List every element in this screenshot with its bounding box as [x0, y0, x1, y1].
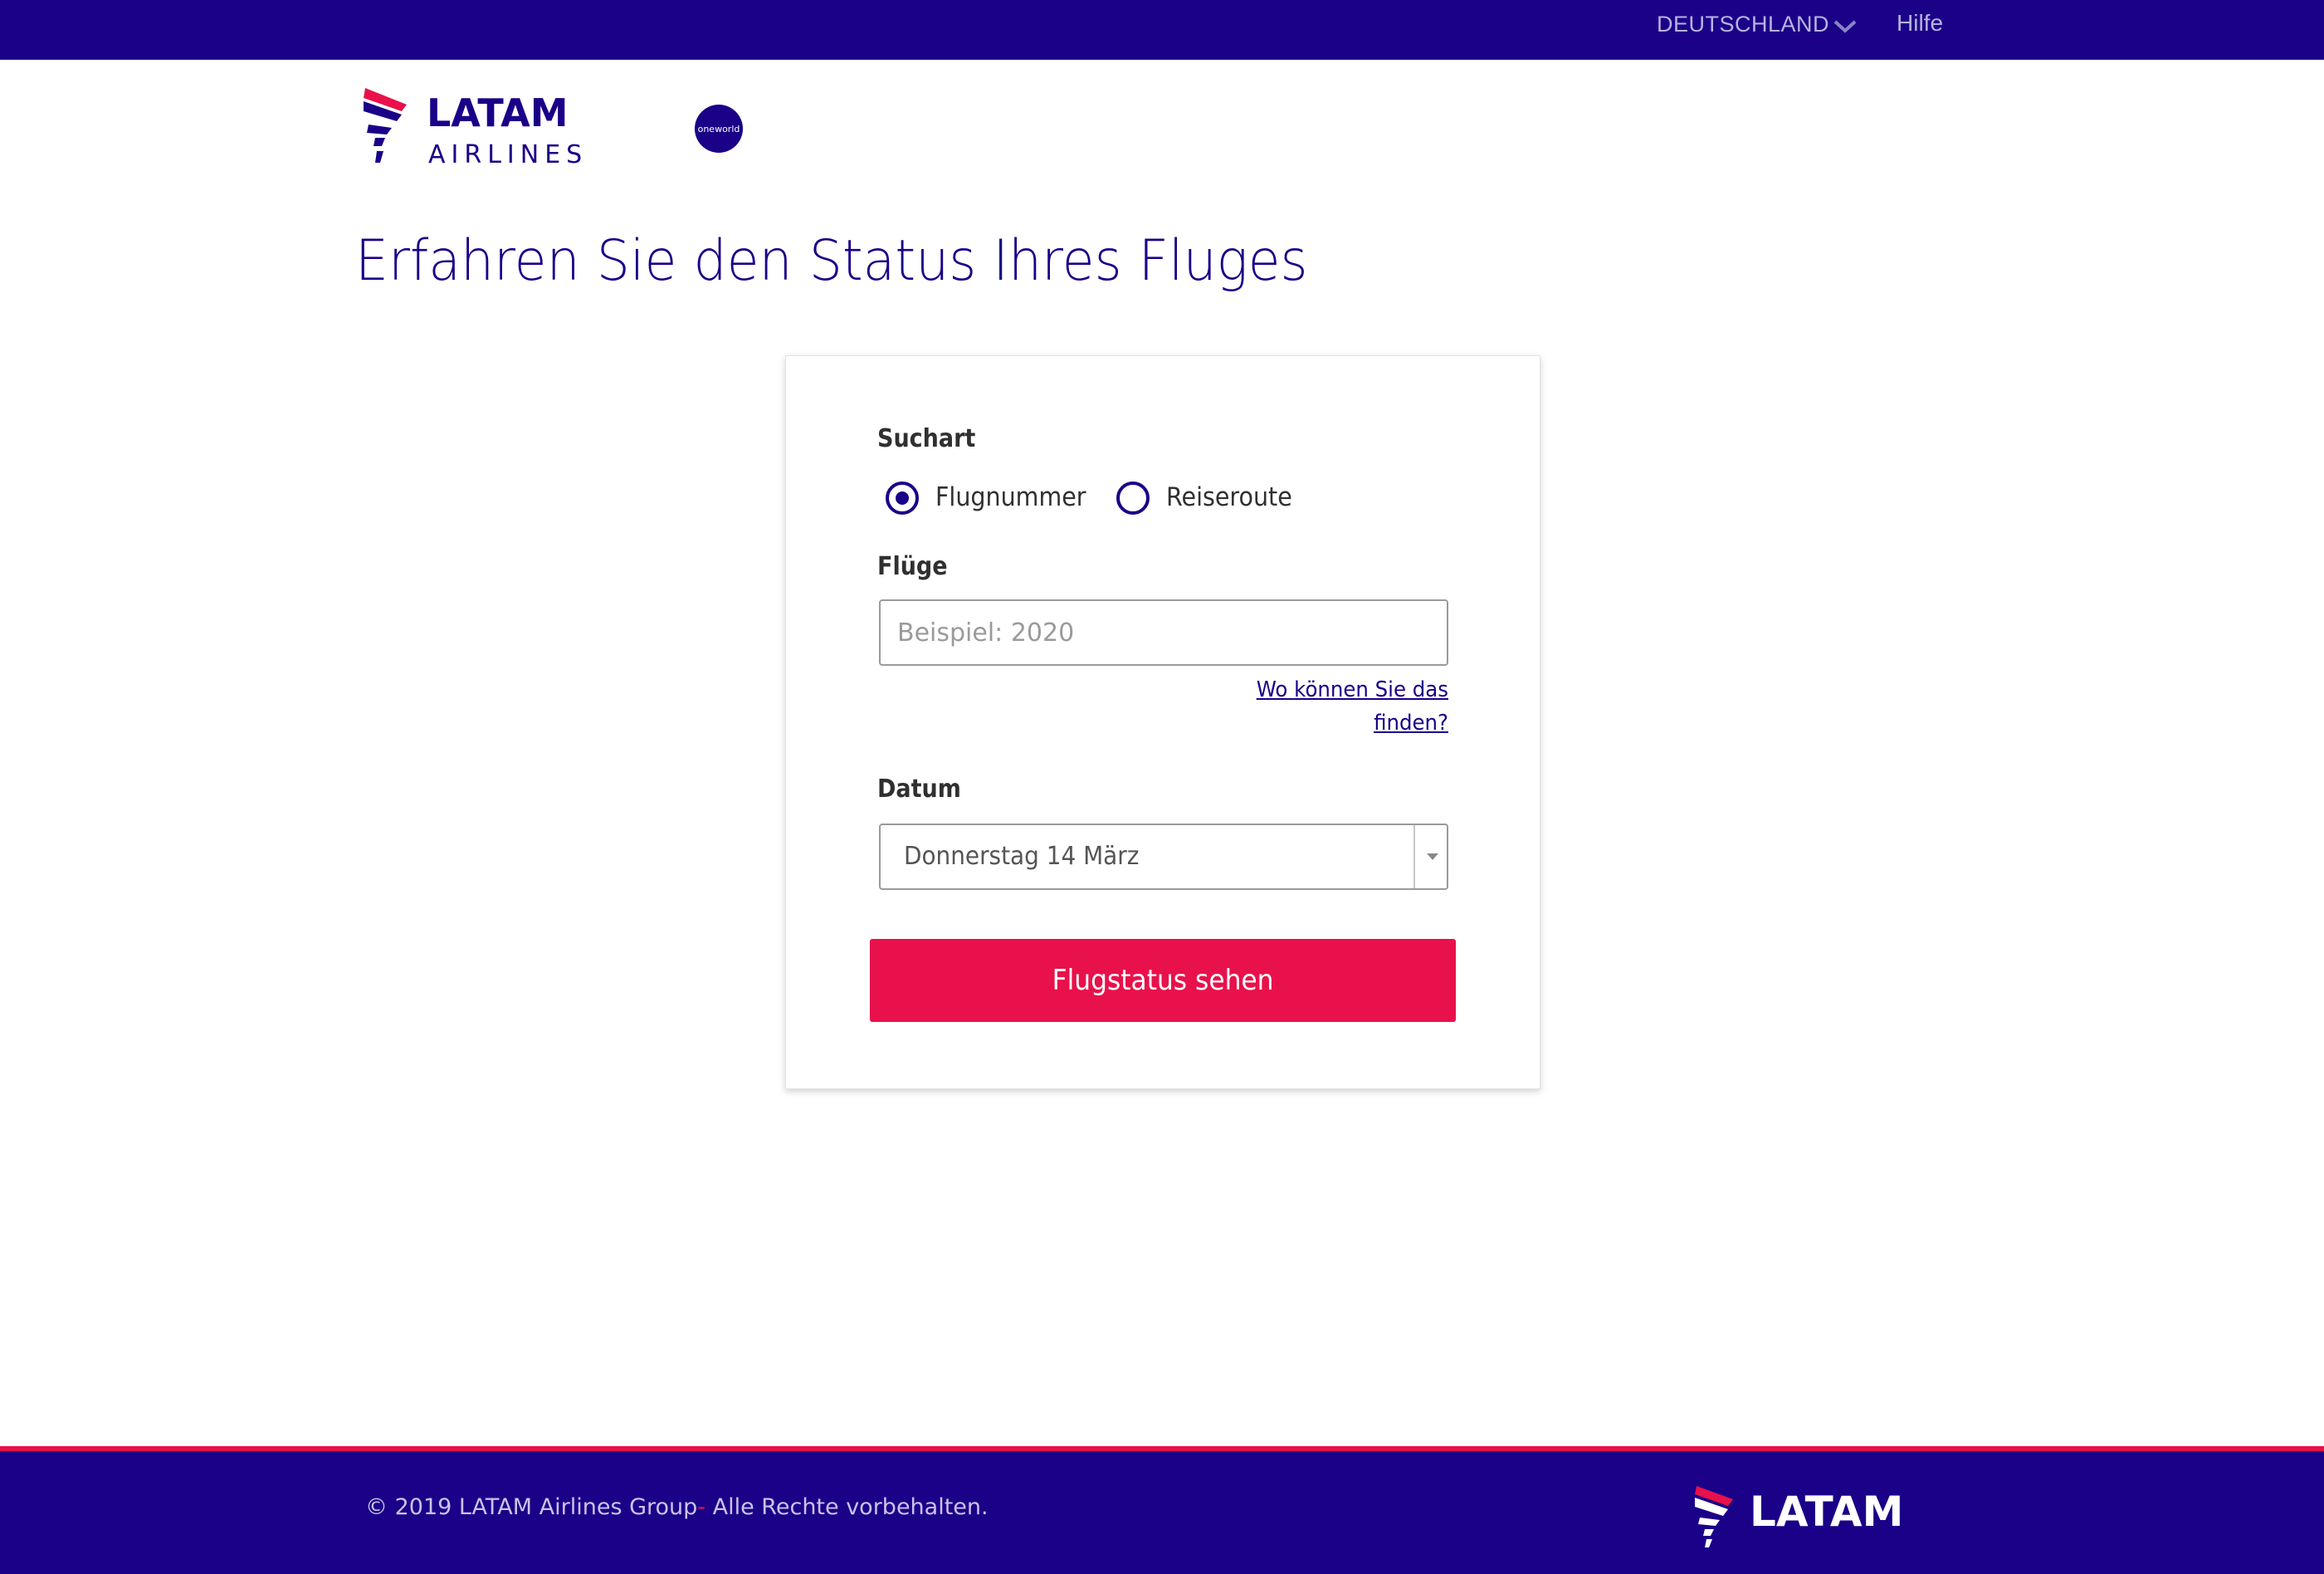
radio-route-label[interactable]: Reiseroute [1166, 482, 1292, 512]
logo-text-main: LATAM [427, 90, 569, 135]
oneworld-logo: oneworld [695, 105, 743, 153]
copyright-rights: Alle Rechte vorbehalten. [706, 1494, 989, 1520]
footer-latam-logo[interactable]: LATAM [1695, 1484, 1960, 1551]
select-divider [1413, 825, 1415, 888]
where-to-find-link[interactable]: Wo können Sie das finden? [1214, 673, 1448, 740]
latam-logo-mark [364, 88, 407, 163]
latam-logo[interactable]: LATAM AIRLINES [364, 86, 621, 169]
date-select[interactable]: Donnerstag 14 März [879, 824, 1448, 890]
flights-label: Flüge [877, 552, 948, 581]
oneworld-text: oneworld [698, 124, 740, 134]
chevron-down-icon[interactable] [1833, 17, 1858, 37]
date-value: Donnerstag 14 März [904, 842, 1140, 871]
radio-route[interactable] [1116, 481, 1150, 515]
help-link[interactable]: Hilfe [1897, 10, 1943, 37]
logo-text-sub: AIRLINES [428, 140, 588, 169]
radio-flight-number[interactable] [886, 481, 919, 515]
copyright: © 2019 LATAM Airlines Group- Alle Rechte… [365, 1494, 989, 1520]
copyright-separator: - [697, 1494, 706, 1520]
footer-logo-text: LATAM [1750, 1488, 1903, 1536]
date-label: Datum [877, 775, 961, 804]
dropdown-arrow-icon[interactable] [1427, 853, 1438, 860]
flight-status-form: Suchart Flugnummer Reiseroute Flüge Wo k… [785, 355, 1540, 1089]
view-flight-status-button[interactable]: Flugstatus sehen [870, 939, 1456, 1022]
footer: © 2019 LATAM Airlines Group- Alle Rechte… [0, 1451, 2324, 1574]
page-title: Erfahren Sie den Status Ihres Fluges [355, 228, 1308, 294]
top-bar: DEUTSCHLAND Hilfe [0, 0, 2324, 60]
search-type-label: Suchart [877, 424, 976, 453]
radio-flight-number-label[interactable]: Flugnummer [935, 482, 1086, 512]
copyright-main: © 2019 LATAM Airlines Group [365, 1494, 698, 1520]
country-selector[interactable]: DEUTSCHLAND [1657, 12, 1829, 37]
footer-latam-logo-mark [1695, 1486, 1733, 1547]
flight-number-input[interactable] [879, 599, 1448, 666]
submit-label: Flugstatus sehen [1052, 964, 1274, 997]
